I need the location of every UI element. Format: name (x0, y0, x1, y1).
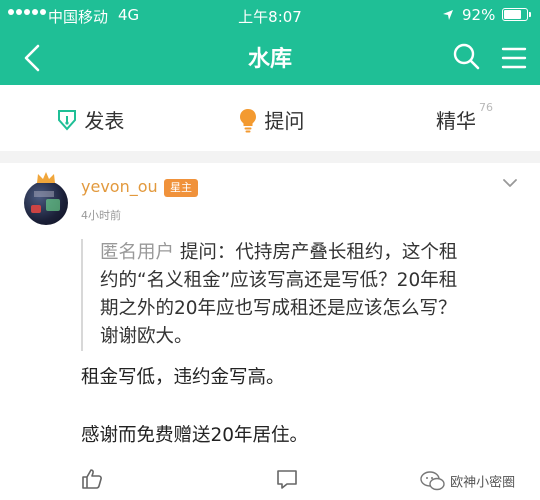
post-actions: 欧神小密圈 (0, 463, 540, 500)
like-button[interactable] (80, 467, 104, 495)
question-line: 约的“名义租金”应该写高还是写低？20年租 (100, 270, 458, 291)
menu-button[interactable] (494, 38, 534, 78)
tab-post-label: 发表 (84, 109, 125, 133)
search-icon (453, 43, 480, 70)
tab-essence-label: 精华 (436, 109, 476, 133)
pen-icon (58, 109, 76, 131)
comment-button[interactable] (275, 467, 299, 495)
crown-icon (37, 172, 55, 183)
comment-icon (277, 470, 297, 489)
asker-name: 匿名用户 (100, 242, 175, 263)
question-line: 期之外的20年应也写成租还是应该怎么写？ (100, 298, 457, 319)
location-arrow-icon (443, 10, 453, 20)
tab-essence[interactable]: 精华76 (436, 101, 493, 135)
question-line: 谢谢欧大。 (100, 326, 193, 347)
tab-ask[interactable]: 提问 (238, 105, 304, 135)
question-line: 匿名用户 提问：代持房产叠长租约，这个租 (100, 242, 458, 263)
post-card: yevon_ou 星主 4小时前 匿名用户 提问：代持房产叠长租约，这个租 约的… (0, 163, 540, 500)
app-header: 中国移动 4G 上午8:07 92% 水库 (0, 0, 540, 85)
section-divider (0, 151, 540, 163)
tab-post[interactable]: 发表 (56, 105, 124, 135)
navigation-bar: 水库 (0, 30, 540, 85)
answer-line: 感谢而免费赠送20年居住。 (81, 425, 309, 446)
answer-line: 租金写低，违约金写高。 (81, 367, 285, 388)
watermark: 欧神小密圈 (420, 471, 515, 491)
chevron-down-icon (503, 179, 517, 187)
watermark-text: 欧神小密圈 (450, 475, 516, 491)
status-time: 上午8:07 (238, 8, 302, 26)
wechat-icon (420, 471, 445, 491)
hamburger-menu-icon (501, 47, 527, 69)
search-button[interactable] (448, 38, 486, 76)
post-time: 4小时前 (81, 209, 121, 222)
author-avatar[interactable] (24, 171, 72, 225)
tab-ask-label: 提问 (264, 109, 305, 133)
more-options-button[interactable] (498, 173, 522, 193)
tab-bar: 发表 提问 精华76 (0, 85, 540, 151)
question-quote: 匿名用户 提问：代持房产叠长租约，这个租 约的“名义租金”应该写高还是写低？20… (81, 239, 521, 351)
author-name[interactable]: yevon_ou (81, 177, 158, 196)
status-bar: 中国移动 4G 上午8:07 92% (0, 0, 540, 30)
owner-badge: 星主 (164, 179, 198, 197)
battery-percent: 92% (462, 6, 496, 24)
battery-icon (502, 8, 531, 21)
lightbulb-icon (240, 108, 256, 132)
thumbs-up-icon (82, 469, 102, 489)
avatar (24, 181, 68, 225)
essence-count: 76 (479, 101, 493, 115)
